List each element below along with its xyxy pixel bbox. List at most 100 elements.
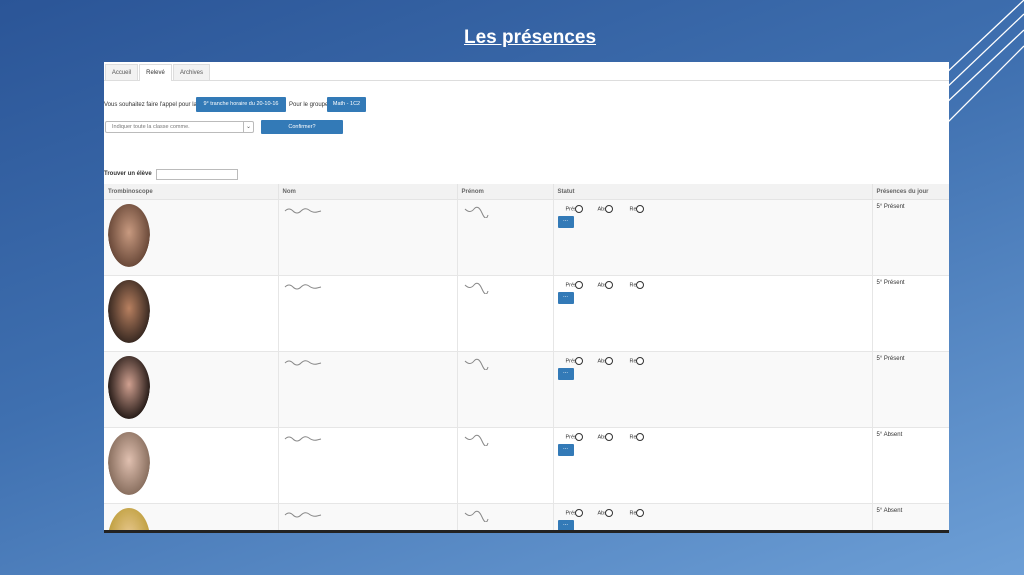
prenom-cell [456, 351, 553, 428]
details-button[interactable]: ... [557, 444, 574, 456]
nom-cell [277, 427, 457, 504]
photo-cell [104, 199, 278, 276]
prenom-cell [456, 503, 553, 530]
form-intro-text: Vous souhaitez faire l'appel pour la [104, 102, 197, 108]
student-photo [108, 204, 150, 267]
statut-cell: Prés Abs Ret... [552, 503, 872, 530]
bulk-status-select[interactable]: Indiquer toute la classe comme. ⌄ [105, 121, 254, 133]
photo-cell [104, 351, 278, 428]
header-statut: Statut [552, 184, 872, 200]
radio-icon[interactable] [574, 509, 583, 517]
redacted-name-icon [284, 360, 321, 366]
redacted-firstname-icon [464, 358, 488, 370]
header-trombinoscope: Trombinoscope [104, 184, 278, 200]
table-row: Prés Abs Ret... 5° Absent [104, 503, 949, 530]
prenom-cell [456, 427, 553, 504]
table-row: Prés Abs Ret... 5° Présent [104, 275, 949, 352]
nom-cell [277, 503, 457, 530]
radio-icon[interactable] [604, 357, 613, 365]
radio-icon[interactable] [604, 281, 613, 289]
prenom-cell [456, 275, 553, 352]
statut-cell: Prés Abs Ret... [552, 199, 872, 276]
status-option-2[interactable]: Ret [630, 205, 645, 213]
status-option-0[interactable]: Prés [566, 281, 583, 289]
slide-title: Les présences [463, 27, 597, 48]
statut-cell: Prés Abs Ret... [552, 351, 872, 428]
photo-cell [104, 275, 278, 352]
details-button[interactable]: ... [557, 368, 574, 380]
group-label: Pour le groupe [289, 102, 329, 108]
status-option-1[interactable]: Abs [598, 281, 613, 289]
group-button[interactable]: Math - 1C2 [327, 97, 366, 112]
radio-icon[interactable] [636, 205, 645, 213]
status-option-2[interactable]: Ret [630, 281, 645, 289]
tab-accueil[interactable]: Accueil [105, 64, 138, 80]
statut-cell: Prés Abs Ret... [552, 427, 872, 504]
radio-icon[interactable] [604, 433, 613, 441]
presence-cell: 5° Présent [871, 199, 949, 276]
status-option-2[interactable]: Ret [630, 357, 645, 365]
status-option-0[interactable]: Prés [566, 357, 583, 365]
radio-icon[interactable] [604, 509, 613, 517]
radio-icon[interactable] [636, 281, 645, 289]
presence-cell: 5° Absent [871, 427, 949, 504]
statut-cell: Prés Abs Ret... [552, 275, 872, 352]
radio-icon[interactable] [636, 357, 645, 365]
radio-icon[interactable] [636, 509, 645, 517]
tab-bar: Accueil Relevé Archives [104, 62, 949, 81]
photo-cell [104, 427, 278, 504]
prenom-cell [456, 199, 553, 276]
redacted-firstname-icon [464, 510, 488, 522]
header-presences: Présences du jour [871, 184, 949, 200]
status-option-1[interactable]: Abs [598, 357, 613, 365]
status-option-0[interactable]: Prés [566, 509, 583, 517]
details-button[interactable]: ... [557, 216, 574, 228]
redacted-firstname-icon [464, 282, 488, 294]
redacted-firstname-icon [464, 206, 488, 218]
status-option-2[interactable]: Ret [630, 509, 645, 517]
search-input[interactable] [156, 169, 238, 180]
student-photo [108, 432, 150, 495]
session-button[interactable]: 9° tranche horaire du 20-10-16 [196, 97, 286, 112]
status-option-1[interactable]: Abs [598, 205, 613, 213]
student-photo [108, 356, 150, 419]
presence-cell: 5° Absent [871, 503, 949, 530]
bulk-status-select-value: Indiquer toute la classe comme. [112, 124, 190, 130]
header-prenom: Prénom [456, 184, 553, 200]
confirm-button[interactable]: Confirmer? [261, 120, 343, 134]
radio-icon[interactable] [636, 433, 645, 441]
attendance-table: Trombinoscope Nom Prénom Statut Présence… [104, 184, 949, 530]
radio-icon[interactable] [604, 205, 613, 213]
redacted-name-icon [284, 208, 321, 214]
radio-icon[interactable] [574, 281, 583, 289]
status-option-0[interactable]: Prés [566, 205, 583, 213]
redacted-name-icon [284, 512, 321, 518]
tab-releve[interactable]: Relevé [139, 64, 172, 81]
tab-archives[interactable]: Archives [173, 64, 210, 80]
photo-cell [104, 503, 278, 530]
search-label: Trouver un élève [104, 171, 152, 177]
table-row: Prés Abs Ret... 5° Absent [104, 427, 949, 504]
nom-cell [277, 275, 457, 352]
status-option-2[interactable]: Ret [630, 433, 645, 441]
nom-cell [277, 351, 457, 428]
presence-cell: 5° Présent [871, 351, 949, 428]
decorative-lines [944, 0, 1024, 127]
table-row: Prés Abs Ret... 5° Présent [104, 199, 949, 276]
student-photo [108, 508, 150, 530]
radio-icon[interactable] [574, 357, 583, 365]
details-button[interactable]: ... [557, 292, 574, 304]
status-option-0[interactable]: Prés [566, 433, 583, 441]
status-option-1[interactable]: Abs [598, 509, 613, 517]
details-button[interactable]: ... [557, 520, 574, 530]
header-nom: Nom [277, 184, 457, 200]
status-option-1[interactable]: Abs [598, 433, 613, 441]
redacted-name-icon [284, 436, 321, 442]
radio-icon[interactable] [574, 205, 583, 213]
radio-icon[interactable] [574, 433, 583, 441]
screenshot-panel: Accueil Relevé Archives Vous souhaitez f… [104, 62, 949, 533]
table-row: Prés Abs Ret... 5° Présent [104, 351, 949, 428]
student-photo [108, 280, 150, 343]
table-header-row: Trombinoscope Nom Prénom Statut Présence… [104, 184, 949, 200]
redacted-name-icon [284, 284, 321, 290]
